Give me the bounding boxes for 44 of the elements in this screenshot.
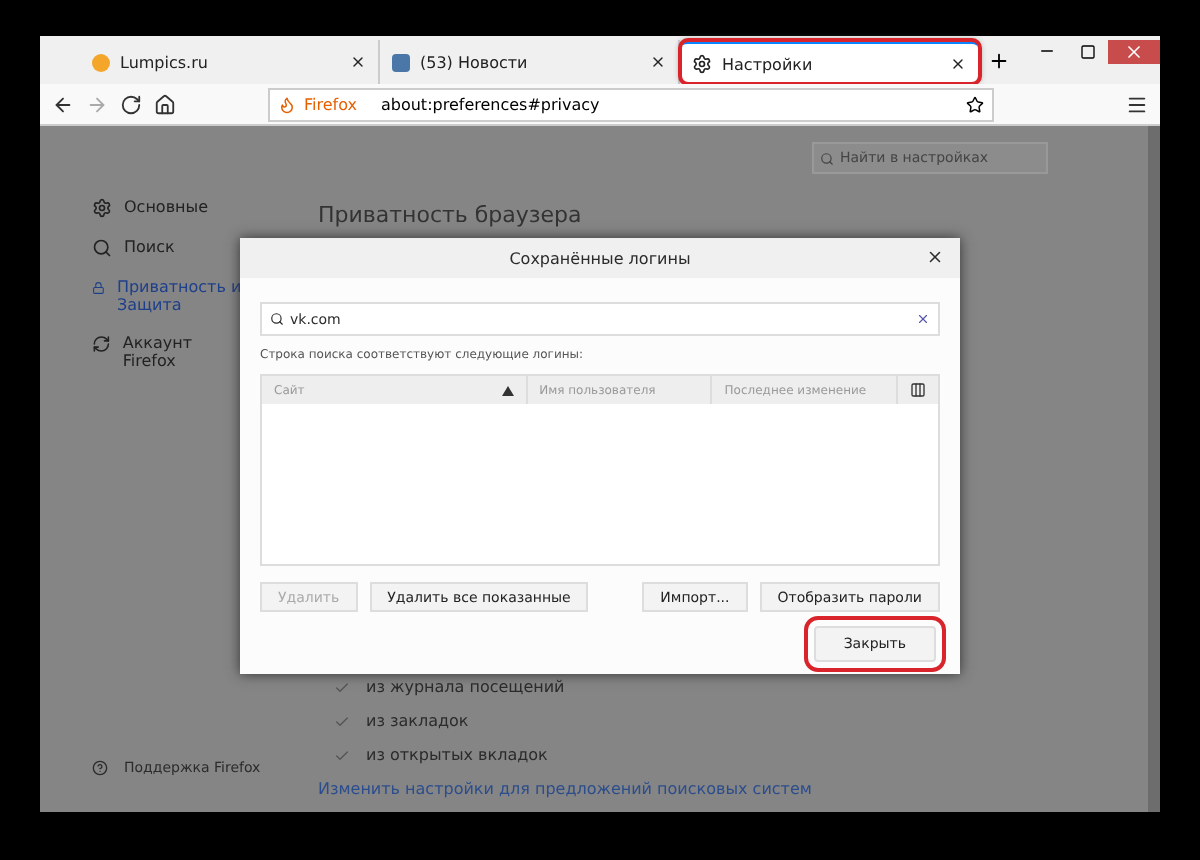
identity-label: Firefox <box>304 95 357 113</box>
checkbox[interactable] <box>334 714 350 730</box>
browser-tab[interactable]: Настройки <box>680 40 980 84</box>
clear-icon[interactable] <box>916 312 930 326</box>
star-icon[interactable] <box>966 95 984 113</box>
gear-icon <box>692 54 712 74</box>
close-icon[interactable] <box>950 56 966 72</box>
settings-link[interactable]: Изменить настройки для предложений поисковых систем <box>318 780 1108 800</box>
search-icon <box>820 151 834 165</box>
url-text: about:preferences#privacy <box>380 95 602 113</box>
sort-arrow-icon <box>501 385 514 395</box>
option-label: из закладок <box>366 712 469 732</box>
home-icon[interactable] <box>154 93 176 115</box>
menu-icon[interactable] <box>1126 93 1148 115</box>
reload-icon[interactable] <box>120 93 142 115</box>
column-picker-icon[interactable] <box>910 382 927 398</box>
close-window-icon[interactable] <box>1108 40 1160 64</box>
sidebar-item[interactable]: Приватность и Защита <box>92 278 242 314</box>
close-icon[interactable] <box>926 248 944 266</box>
maximize-icon[interactable] <box>1080 44 1096 60</box>
new-tab-icon[interactable] <box>988 50 1010 72</box>
gear-icon <box>92 198 112 218</box>
page-heading: Приватность браузера <box>318 202 584 228</box>
square-logo-icon <box>392 53 410 71</box>
lock-icon <box>92 278 105 298</box>
option-label: из открытых вкладок <box>366 746 548 766</box>
sync-icon <box>92 334 111 354</box>
checkbox[interactable] <box>334 680 350 696</box>
checkbox[interactable] <box>334 748 350 764</box>
dialog-title: Сохранённые логины <box>509 249 691 267</box>
close-icon[interactable] <box>650 54 666 70</box>
option-label: из журнала посещений <box>366 678 565 698</box>
help-icon <box>92 760 108 776</box>
address-bar[interactable]: Firefox about:preferences#privacy <box>268 87 994 121</box>
close-icon[interactable] <box>350 54 366 70</box>
sidebar-item[interactable]: Аккаунт Firefox <box>92 334 242 370</box>
back-icon[interactable] <box>52 93 74 115</box>
sidebar-item[interactable]: Основные <box>92 198 242 218</box>
sidebar-item[interactable]: Поиск <box>92 238 242 258</box>
circle-icon <box>92 53 110 71</box>
scrollbar[interactable] <box>1148 126 1160 812</box>
flame-icon <box>278 95 296 113</box>
search-icon <box>92 238 112 258</box>
search-icon <box>270 312 284 326</box>
